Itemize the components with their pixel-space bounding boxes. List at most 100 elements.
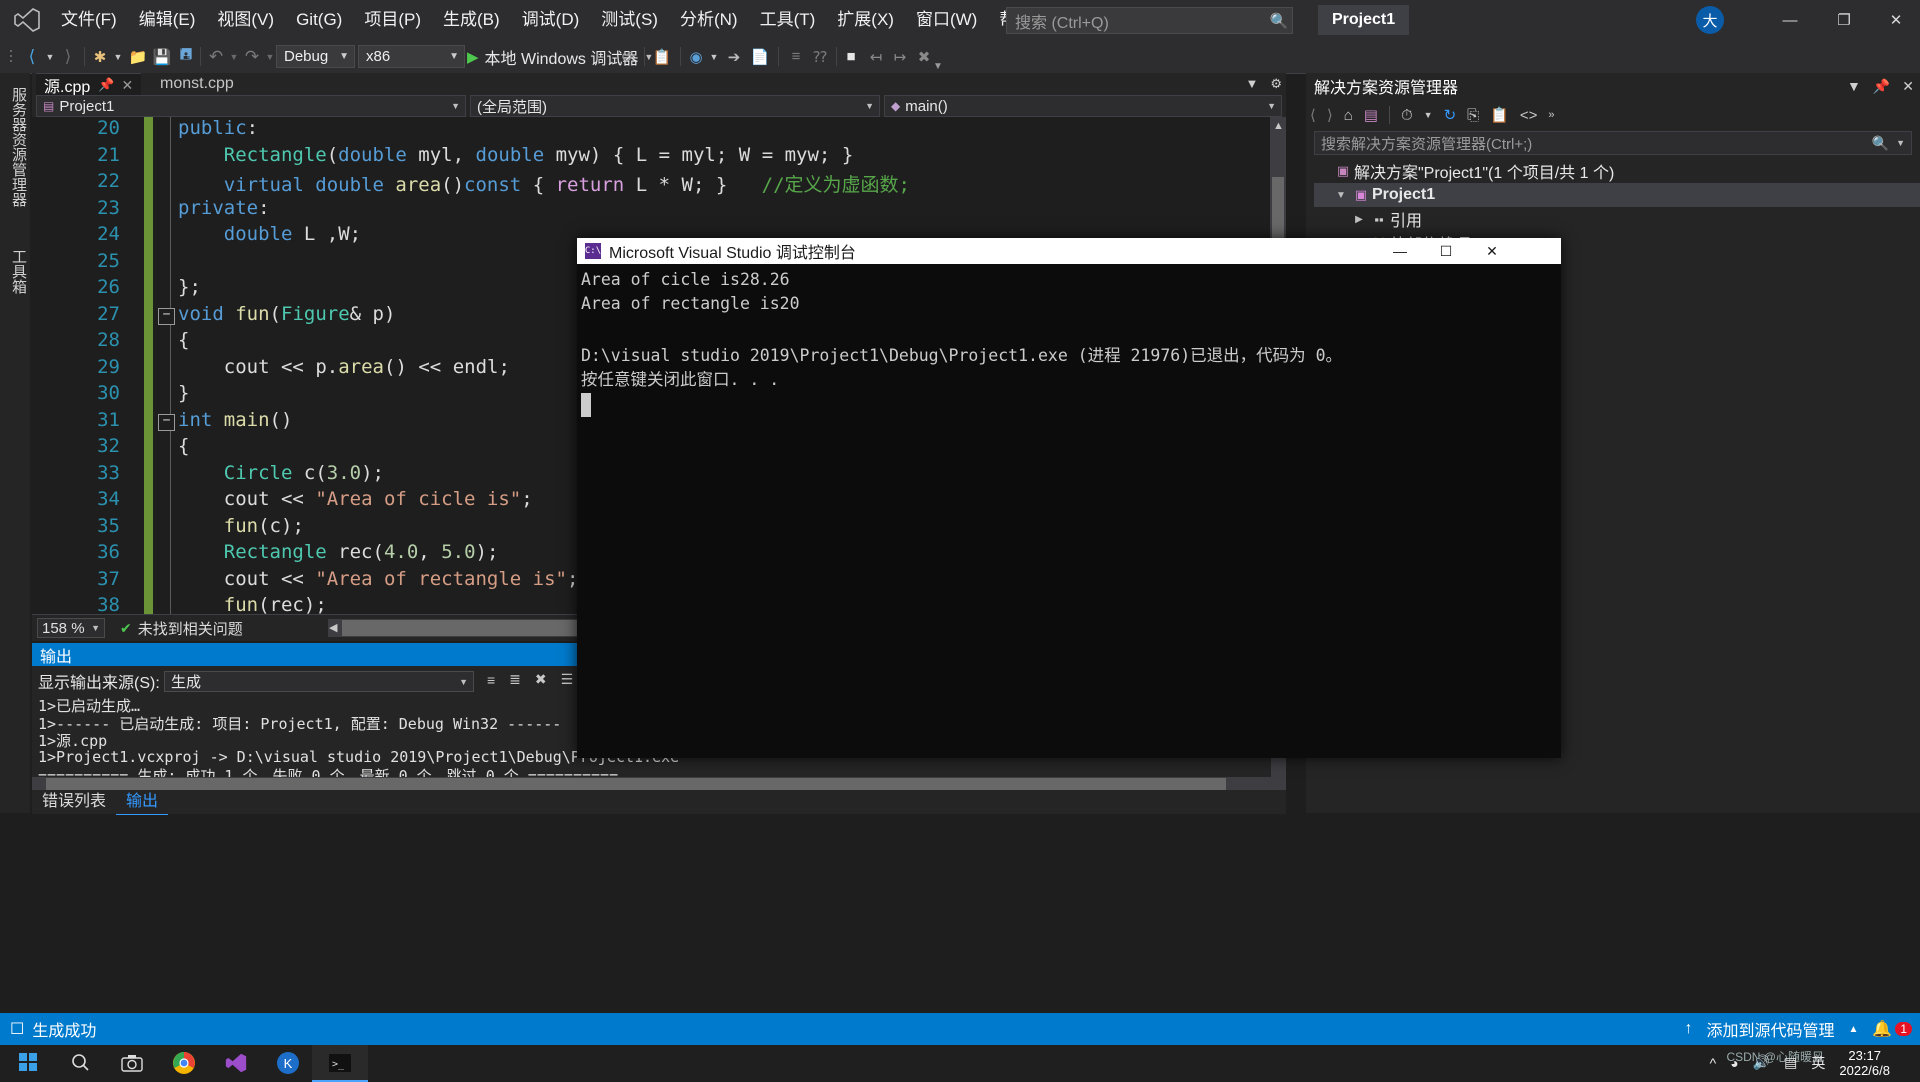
note-icon[interactable]: 📋 (650, 44, 674, 69)
menu-view[interactable]: 视图(V) (206, 0, 285, 40)
editor-settings-icon[interactable]: ⚙ (1270, 76, 1282, 92)
previous-bookmark-icon[interactable]: ↤ (864, 44, 888, 69)
quick-search-box[interactable]: 搜索 (Ctrl+Q) 🔍 (1006, 7, 1293, 34)
menu-tools[interactable]: 工具(T) (749, 0, 827, 40)
go-to-message-icon[interactable]: ≣ (509, 671, 521, 688)
save-all-icon[interactable]: 🖪 (174, 44, 198, 69)
pointer-icon[interactable]: ➔ (722, 44, 746, 69)
notifications-badge[interactable]: 🔔 1 (1872, 1019, 1912, 1039)
tab-monst-cpp[interactable]: monst.cpp (152, 73, 242, 95)
properties-icon[interactable]: 📋 (1490, 106, 1509, 124)
bookmark-icon[interactable]: ■ (840, 44, 862, 69)
save-icon[interactable]: 💾 (150, 44, 174, 69)
refresh-icon[interactable]: ↻ (1444, 106, 1457, 124)
volume-icon[interactable]: 🔊 (1753, 1054, 1770, 1071)
console-minimize-button[interactable]: — (1377, 238, 1423, 264)
add-to-source-control-label[interactable]: 添加到源代码管理 (1706, 1017, 1834, 1041)
visual-studio-icon[interactable] (208, 1045, 264, 1080)
scroll-left-icon[interactable]: ◀ (329, 621, 337, 634)
menu-build[interactable]: 生成(B) (432, 0, 511, 40)
chevron-down-icon[interactable]: ▼ (1896, 138, 1905, 148)
tab-error-list[interactable]: 错误列表 (32, 790, 116, 814)
taskbar-clock[interactable]: 23:17 2022/6/8 (1839, 1048, 1890, 1078)
navbar-scope-combo[interactable]: (全局范围) ▼ (470, 95, 880, 117)
chevron-down-icon[interactable]: ▼ (1424, 110, 1433, 120)
menu-window[interactable]: 窗口(W) (905, 0, 988, 40)
open-file-icon[interactable]: 📁 (126, 44, 150, 69)
vtab-toolbox[interactable]: 工具箱 (2, 243, 32, 300)
menu-debug[interactable]: 调试(D) (511, 0, 591, 40)
window-close-button[interactable]: ✕ (1876, 6, 1916, 34)
pending-changes-icon[interactable]: ⏱ (1401, 107, 1413, 124)
menu-extensions[interactable]: 扩展(X) (826, 0, 905, 40)
show-all-files-icon[interactable]: <> (1520, 107, 1538, 124)
show-desktop-button[interactable] (1904, 1055, 1910, 1071)
issues-status[interactable]: ✔ 未找到相关问题 (120, 618, 243, 639)
window-restore-button[interactable]: ❐ (1822, 6, 1866, 34)
navbar-member-combo[interactable]: ◆ main() ▼ (884, 95, 1282, 117)
expander-icon[interactable]: ▼ (1332, 190, 1350, 201)
close-icon[interactable]: ✕ (121, 77, 133, 94)
navigate-back-icon[interactable]: ⟨ (20, 44, 44, 69)
solution-tree-item[interactable]: ▶ ▪▪ 引用 (1314, 207, 1920, 231)
new-project-icon[interactable]: ✱ (88, 44, 112, 69)
copy-icon[interactable]: 📄 (748, 44, 772, 69)
tray-chevron-icon[interactable]: ^ (1710, 1055, 1717, 1071)
solution-icon[interactable]: ▤ (1364, 106, 1378, 124)
solution-platform-combo[interactable]: x86 ▼ (358, 45, 465, 68)
menu-edit[interactable]: 编辑(E) (128, 0, 207, 40)
ime-indicator[interactable]: 英 (1811, 1053, 1825, 1073)
collapse-icon[interactable]: − (158, 413, 175, 431)
vtab-server-explorer[interactable]: 服务器资源管理器 (2, 81, 32, 213)
collapse-all-icon[interactable]: ⎘ (1467, 107, 1479, 124)
search-icon[interactable] (52, 1045, 108, 1080)
menu-analyze[interactable]: 分析(N) (669, 0, 749, 40)
preview-dropdown-icon[interactable]: ▼ (708, 44, 720, 69)
console-maximize-button[interactable]: ☐ (1423, 238, 1469, 264)
solution-configuration-combo[interactable]: Debug ▼ (276, 45, 355, 68)
menu-project[interactable]: 项目(P) (353, 0, 432, 40)
tab-source-cpp[interactable]: 源.cpp 📌 ✕ (36, 73, 142, 96)
menu-git[interactable]: Git(G) (285, 0, 353, 40)
wifi-icon[interactable]: ◕ (1730, 1055, 1738, 1071)
tab-list-dropdown-icon[interactable]: ▼ (1245, 76, 1258, 92)
toggle-word-wrap-icon[interactable]: ☰ (561, 671, 574, 688)
chevron-up-icon[interactable]: ▲ (1848, 1024, 1858, 1035)
preview-changes-icon[interactable]: ◉ (684, 44, 708, 69)
panel-dropdown-icon[interactable]: ▼ (1847, 78, 1861, 94)
windows-start-icon[interactable] (0, 1045, 56, 1080)
account-avatar[interactable]: 大 (1696, 6, 1724, 34)
new-project-dropdown-icon[interactable]: ▼ (112, 44, 124, 69)
output-source-combo[interactable]: 生成 ▼ (164, 671, 474, 692)
attach-process-icon[interactable]: ↺ (616, 44, 638, 69)
kingsoft-icon[interactable]: K (260, 1045, 316, 1080)
collapse-icon[interactable]: − (158, 307, 175, 325)
pin-icon[interactable]: 📌 (98, 77, 114, 93)
tab-output[interactable]: 输出 (116, 790, 169, 815)
battery-icon[interactable]: ▤ (1784, 1054, 1797, 1071)
console-close-button[interactable]: ✕ (1469, 238, 1515, 264)
solution-tree-item[interactable]: ▣ 解决方案"Project1"(1 个项目/共 1 个) (1314, 159, 1920, 183)
solution-explorer-search-input[interactable]: 搜索解决方案资源管理器(Ctrl+;) 🔍 ▼ (1314, 131, 1912, 155)
menu-test[interactable]: 测试(S) (590, 0, 669, 40)
debug-console-window[interactable]: C:\ Microsoft Visual Studio 调试控制台 — ☐ ✕ … (577, 238, 1561, 758)
close-icon[interactable]: ✕ (1902, 78, 1914, 95)
overflow-icon[interactable]: » (1548, 109, 1554, 121)
console-icon[interactable]: >_ (312, 1045, 368, 1082)
next-bookmark-icon[interactable]: ↦ (888, 44, 912, 69)
navbar-project-combo[interactable]: ▤ Project1 ▼ (36, 95, 466, 117)
camera-icon[interactable] (104, 1045, 160, 1080)
window-minimize-button[interactable]: — (1768, 6, 1812, 34)
code-line[interactable]: 21 Rectangle(double myl, double myw) { L… (32, 143, 1286, 170)
expander-icon[interactable]: ▶ (1350, 214, 1368, 225)
code-line[interactable]: 22 virtual double area()const { return L… (32, 170, 1286, 197)
code-line[interactable]: 23 private: (32, 196, 1286, 223)
solution-tree-item[interactable]: ▼ ▣ Project1 (1314, 183, 1920, 207)
scroll-up-icon[interactable]: ▲ (1273, 120, 1284, 132)
home-icon[interactable]: ⌂ (1344, 107, 1353, 124)
code-line[interactable]: 20 public: (32, 117, 1286, 144)
pin-icon[interactable]: 📌 (1873, 78, 1890, 95)
zoom-level-combo[interactable]: 158 % ▼ (37, 618, 105, 638)
project-name-chip[interactable]: Project1 (1318, 5, 1410, 35)
find-message-icon[interactable]: ≡ (487, 672, 495, 688)
